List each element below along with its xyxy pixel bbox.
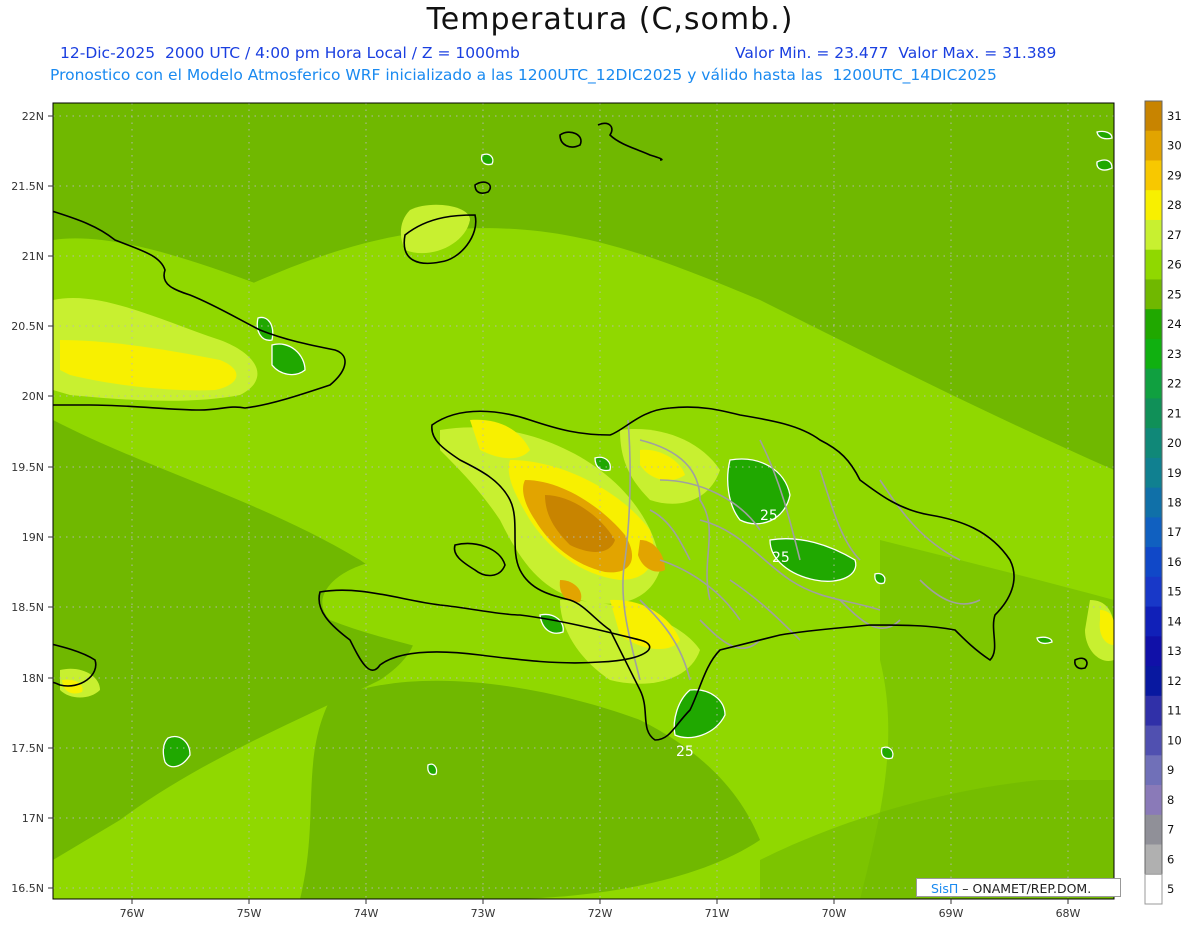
lon-label: 68W <box>1056 907 1081 920</box>
colorbar-swatch <box>1145 785 1162 816</box>
credit-org: – ONAMET/REP.DOM. <box>958 881 1092 896</box>
lat-label: 19N <box>22 531 44 544</box>
colorbar-label: 27 <box>1167 228 1182 242</box>
lat-label: 18N <box>22 672 44 685</box>
lon-label: 75W <box>237 907 262 920</box>
colorbar-swatch <box>1145 101 1162 132</box>
colorbar-swatch <box>1145 219 1162 251</box>
colorbar-label: 30 <box>1167 139 1182 153</box>
colorbar-label: 5 <box>1167 882 1174 896</box>
lon-label: 69W <box>939 907 964 920</box>
lat-label: 20N <box>22 390 44 403</box>
colorbar-label: 26 <box>1167 258 1182 272</box>
contour-label-1: 25 <box>760 508 778 524</box>
colorbar-label: 11 <box>1167 704 1182 718</box>
colorbar-label: 7 <box>1167 823 1174 837</box>
colorbar: 31 30 29 28 27 26 25 24 23 22 21 20 19 18 17 16 15 14 13 12… <box>1144 100 1182 905</box>
colorbar-swatch <box>1145 249 1162 280</box>
colorbar-label: 22 <box>1167 377 1182 391</box>
lon-label: 73W <box>471 907 496 920</box>
colorbar-label: 23 <box>1167 347 1182 361</box>
colorbar-label: 8 <box>1167 793 1174 807</box>
temperature-field: 25 25 25 <box>53 103 1114 899</box>
lon-label: 71W <box>705 907 730 920</box>
lat-label: 19.5N <box>11 461 44 474</box>
contour-label-2: 25 <box>772 550 790 566</box>
colorbar-swatch <box>1144 873 1163 905</box>
lat-label: 17.5N <box>11 742 44 755</box>
colorbar-swatch <box>1145 814 1162 846</box>
colorbar-label: 18 <box>1167 496 1182 510</box>
colorbar-label: 25 <box>1167 287 1182 301</box>
colorbar-swatch <box>1145 636 1162 667</box>
credit-box: SisΠ – ONAMET/REP.DOM. <box>916 878 1121 897</box>
colorbar-swatch <box>1145 398 1162 429</box>
lon-label: 70W <box>822 907 847 920</box>
colorbar-label: 6 <box>1167 852 1174 866</box>
colorbar-swatch <box>1145 547 1162 578</box>
colorbar-swatch <box>1145 160 1162 191</box>
colorbar-swatch <box>1145 666 1162 697</box>
colorbar-label: 20 <box>1167 436 1182 450</box>
colorbar-swatch <box>1145 190 1162 221</box>
contour-label-3: 25 <box>676 744 694 760</box>
lat-label: 21.5N <box>11 180 44 193</box>
lat-label: 18.5N <box>11 601 44 614</box>
colorbar-label: 29 <box>1167 168 1182 182</box>
sispi-logo-text: SisΠ <box>931 881 959 896</box>
colorbar-swatch <box>1145 368 1162 399</box>
colorbar-swatch <box>1145 517 1162 548</box>
lat-label: 16.5N <box>11 882 44 895</box>
lon-label: 76W <box>120 907 145 920</box>
colorbar-label: 9 <box>1167 763 1174 777</box>
colorbar-label: 17 <box>1167 525 1182 539</box>
colorbar-label: 19 <box>1167 466 1182 480</box>
lat-label: 17N <box>22 812 44 825</box>
colorbar-swatch <box>1145 695 1162 727</box>
colorbar-swatch <box>1145 844 1162 875</box>
colorbar-swatch <box>1145 428 1162 459</box>
colorbar-swatch <box>1145 130 1162 161</box>
lon-label: 74W <box>354 907 379 920</box>
colorbar-swatch <box>1145 338 1162 370</box>
colorbar-swatch <box>1145 576 1162 608</box>
colorbar-label: 10 <box>1167 733 1182 747</box>
lat-label: 22N <box>22 110 44 123</box>
forecast-map: 25 25 25 22N 21.5N 21N 20.5N 20N 19.5N 1… <box>11 100 1182 920</box>
colorbar-label: 12 <box>1167 674 1182 688</box>
colorbar-swatch <box>1145 309 1162 340</box>
colorbar-swatch <box>1145 606 1162 637</box>
colorbar-swatch <box>1145 487 1162 518</box>
colorbar-label: 24 <box>1167 317 1182 331</box>
colorbar-label: 15 <box>1167 585 1182 599</box>
lon-label: 72W <box>588 907 613 920</box>
colorbar-swatch <box>1145 755 1162 786</box>
colorbar-swatch <box>1145 725 1162 756</box>
colorbar-label: 21 <box>1167 406 1182 420</box>
colorbar-label: 14 <box>1167 614 1182 628</box>
colorbar-swatch <box>1145 457 1162 489</box>
colorbar-label: 28 <box>1167 198 1182 212</box>
lat-label: 21N <box>22 250 44 263</box>
lat-label: 20.5N <box>11 320 44 333</box>
colorbar-swatch <box>1145 279 1162 310</box>
colorbar-label: 31 <box>1167 109 1182 123</box>
colorbar-label: 16 <box>1167 555 1182 569</box>
colorbar-label: 13 <box>1167 644 1182 658</box>
